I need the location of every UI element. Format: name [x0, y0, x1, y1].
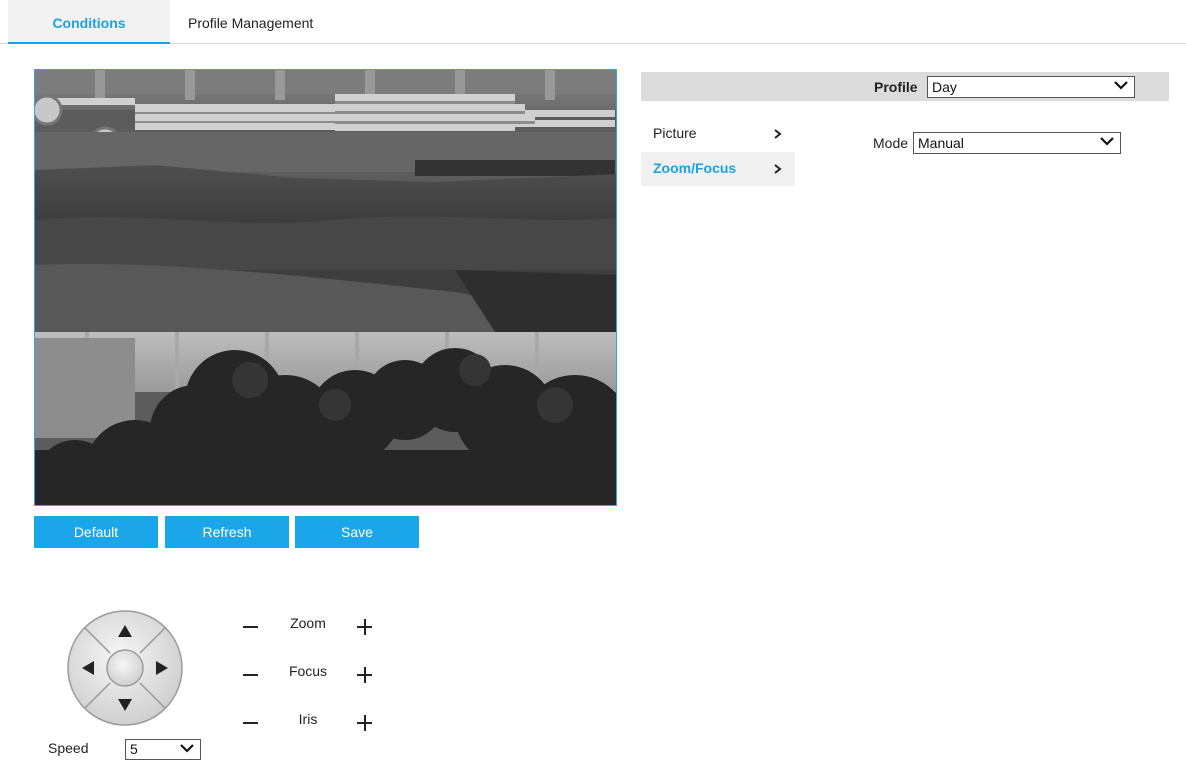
chevron-down-icon	[1114, 81, 1128, 90]
zoom-out-button[interactable]	[240, 613, 262, 639]
tab-conditions[interactable]: Conditions	[8, 0, 170, 44]
speed-label: Speed	[48, 740, 89, 756]
live-video-preview[interactable]	[34, 69, 617, 506]
menu-item-zoom-focus[interactable]: Zoom/Focus	[641, 152, 795, 186]
chevron-down-icon	[1100, 137, 1114, 146]
focus-control: Focus	[240, 661, 380, 687]
mode-label: Mode	[873, 135, 909, 151]
zoom-in-button[interactable]	[354, 613, 376, 639]
mode-select[interactable]: Manual	[913, 132, 1121, 154]
iris-minus-button[interactable]	[240, 709, 262, 735]
refresh-button[interactable]: Refresh	[165, 516, 289, 548]
zoom-label: Zoom	[290, 615, 326, 631]
profile-select-value: Day	[932, 79, 957, 95]
focus-label: Focus	[288, 663, 328, 679]
focus-minus-button[interactable]	[240, 661, 262, 687]
iris-label: Iris	[298, 711, 318, 727]
default-button[interactable]: Default	[34, 516, 158, 548]
speed-select-value: 5	[130, 741, 138, 757]
save-button[interactable]: Save	[295, 516, 419, 548]
focus-plus-button[interactable]	[354, 661, 376, 687]
menu-item-label: Picture	[653, 125, 697, 141]
tab-bar: Conditions Profile Management	[0, 0, 1186, 44]
chevron-right-icon	[774, 129, 782, 139]
chevron-down-icon	[180, 743, 194, 753]
menu-item-label: Zoom/Focus	[653, 160, 737, 176]
menu-item-picture[interactable]: Picture	[641, 117, 795, 151]
ptz-direction-pad	[66, 609, 184, 727]
speed-select[interactable]: 5	[125, 739, 201, 760]
iris-control: Iris	[240, 709, 380, 735]
tab-profile-management[interactable]: Profile Management	[188, 0, 313, 44]
profile-select[interactable]: Day	[927, 76, 1135, 98]
mode-select-value: Manual	[918, 135, 964, 151]
video-frame-image	[35, 70, 616, 505]
profile-label: Profile	[874, 79, 918, 95]
ptz-center-button[interactable]	[106, 649, 144, 687]
iris-plus-button[interactable]	[354, 709, 376, 735]
zoom-control: Zoom	[240, 613, 380, 639]
chevron-right-icon	[774, 164, 782, 174]
